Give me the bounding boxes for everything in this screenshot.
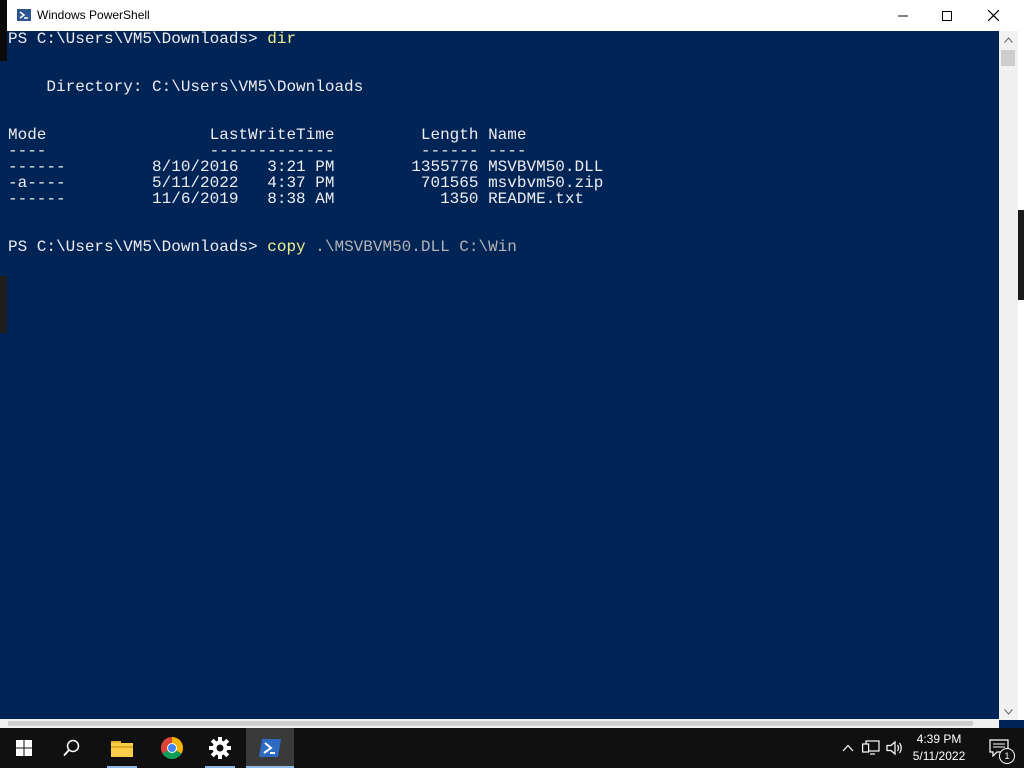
- chevron-down-icon: [1004, 708, 1013, 715]
- scroll-down-button[interactable]: [999, 703, 1018, 720]
- start-button[interactable]: [0, 728, 48, 768]
- console-line-prompt-1: PS C:\Users\VM5\Downloads> dir: [8, 31, 296, 47]
- listing-header: Mode LastWriteTime Length Name: [8, 126, 527, 144]
- vertical-scroll-thumb[interactable]: [1001, 50, 1015, 66]
- directory-heading: Directory: C:\Users\VM5\Downloads: [8, 78, 364, 96]
- listing-row: ------ 8/10/2016 3:21 PM 1355776 MSVBVM5…: [8, 158, 604, 176]
- prompt: PS C:\Users\VM5\Downloads>: [8, 238, 268, 256]
- file-explorer-button[interactable]: [98, 728, 146, 768]
- listing-header-underline: ---- ------------- ------ ----: [8, 142, 527, 160]
- taskbar: 4:39 PM 5/11/2022 1: [0, 728, 1024, 768]
- volume-button[interactable]: [884, 728, 906, 768]
- listing-row: -a---- 5/11/2022 4:37 PM 701565 msvbvm50…: [8, 174, 604, 192]
- speaker-icon: [886, 740, 902, 756]
- system-clock[interactable]: 4:39 PM 5/11/2022: [906, 731, 972, 765]
- search-button[interactable]: [48, 728, 96, 768]
- file-explorer-icon: [111, 741, 133, 757]
- listing-row: ------ 11/6/2019 8:38 AM 1350 README.txt: [8, 190, 585, 208]
- background-window-edge: [0, 276, 7, 333]
- desktop-edge: [1018, 31, 1024, 720]
- chrome-button[interactable]: [148, 728, 196, 768]
- minimize-button[interactable]: [880, 0, 926, 31]
- powershell-icon: [16, 7, 32, 23]
- console-output[interactable]: PS C:\Users\VM5\Downloads> dir Directory…: [0, 31, 999, 719]
- show-hidden-icons-button[interactable]: [838, 728, 858, 768]
- chrome-icon: [161, 737, 183, 759]
- command: dir: [267, 31, 297, 48]
- prompt: PS C:\Users\VM5\Downloads>: [8, 31, 268, 48]
- minimize-icon: [898, 15, 908, 16]
- action-center-button[interactable]: 1: [976, 728, 1022, 768]
- vertical-scrollbar[interactable]: [999, 31, 1018, 720]
- powershell-icon: [259, 739, 281, 757]
- network-button[interactable]: [860, 728, 882, 768]
- start-icon: [16, 740, 32, 756]
- background-window-edge: [0, 0, 7, 61]
- close-button[interactable]: [970, 0, 1016, 31]
- powershell-taskbar-button[interactable]: [246, 728, 294, 768]
- close-icon: [987, 10, 999, 21]
- settings-button[interactable]: [196, 728, 244, 768]
- maximize-button[interactable]: [924, 0, 970, 31]
- command: copy: [267, 238, 306, 256]
- clock-date: 5/11/2022: [912, 749, 966, 763]
- chevron-up-icon: [1004, 36, 1013, 43]
- window-title-bar[interactable]: Windows PowerShell: [0, 0, 1024, 31]
- gear-icon: [209, 737, 231, 759]
- command-arguments: .\MSVBVM50.DLL C:\Win: [305, 238, 517, 256]
- desktop-edge: [1018, 210, 1024, 300]
- console-line-prompt-2[interactable]: PS C:\Users\VM5\Downloads> copy .\MSVBVM…: [8, 239, 517, 255]
- network-icon: [862, 740, 880, 755]
- scroll-up-button[interactable]: [999, 31, 1018, 48]
- notification-count-badge: 1: [999, 748, 1015, 764]
- search-icon: [63, 739, 80, 757]
- horizontal-scroll-thumb[interactable]: [8, 721, 973, 726]
- clock-time: 4:39 PM: [916, 732, 962, 746]
- maximize-icon: [942, 10, 952, 21]
- window-title: Windows PowerShell: [37, 8, 150, 22]
- chevron-up-icon: [842, 744, 854, 752]
- horizontal-scrollbar[interactable]: [0, 719, 999, 728]
